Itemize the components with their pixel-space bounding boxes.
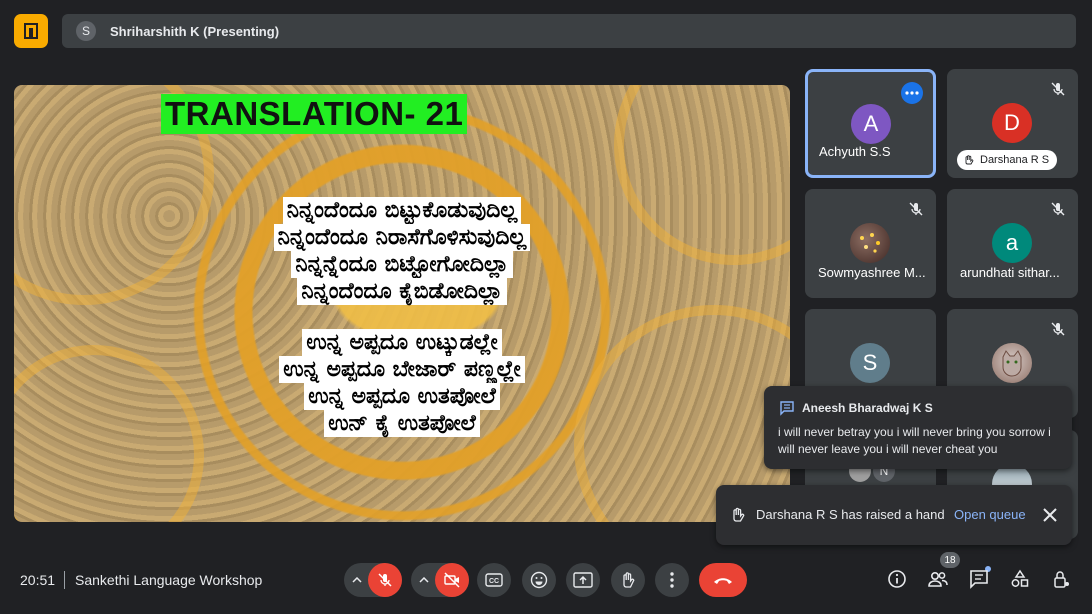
verse-line: ಉನ್ನ ಅಪ್ಪದೂ ಉತಪೋಲೆ [304,383,500,410]
clock: 20:51 [20,572,56,588]
close-icon[interactable] [1040,505,1060,525]
verse-line: ನಿನ್ನಂದೆಂದೂ ನಿರಾಸೆಗೊಳಿಸುವುದಿಲ್ಲ [273,224,531,251]
more-vert-icon [670,572,674,588]
participant-name: arundhati sithar... [960,265,1060,280]
presenter-avatar: S [76,21,96,41]
participant-tile-arundhati[interactable]: a arundhati sithar... [947,189,1078,298]
chevron-up-icon [419,577,429,583]
verse-line: ಉನ್ನ ಅಪ್ಪದೂ ಬೇಜಾರ್ ಪಣ್ಣಲ್ಲೇ [279,356,525,383]
message-text: i will never betray you i will never bri… [778,425,1051,456]
raised-hand-chip: Darshana R S [957,150,1058,170]
activities-button[interactable] [1008,567,1032,591]
chat-button[interactable] [967,567,991,591]
present-screen-button[interactable] [566,563,600,597]
more-horiz-icon [905,91,919,95]
emoji-icon [530,571,548,589]
verse-line: ನಿನ್ನಂದೆಂದೂ ಕೈಬಿಡೋದಿಲ್ಲಾ [297,278,507,305]
avatar [992,343,1032,383]
footer-divider [64,571,65,589]
mic-off-icon [1051,322,1065,336]
verse-line: ಉನ್ನ ಅಪ್ಪದೂ ಉಟ್ಕುಡಲ್ಲೇ [302,329,502,356]
chat-icon [780,401,794,416]
avatar: D [992,103,1032,143]
verse-line: ಉನ್ ಕೈ ಉತಪೋಲೆ [324,410,480,437]
camera-control-group [411,563,469,597]
people-icon [928,571,948,587]
more-options-button[interactable] [655,563,689,597]
sankethi-verse: ಉನ್ನ ಅಪ್ಪದೂ ಉಟ್ಕುಡಲ್ಲೇ ಉನ್ನ ಅಪ್ಪದೂ ಬೇಜಾರ… [14,329,790,437]
mic-off-icon [1051,82,1065,96]
open-queue-link[interactable]: Open queue [954,507,1026,522]
more-options-button[interactable] [901,82,923,104]
participant-tile-darshana[interactable]: D Darshana R S [947,69,1078,178]
raise-hand-button[interactable] [611,563,645,597]
info-icon [888,570,906,588]
microphone-toggle-button[interactable] [368,563,402,597]
raised-hand-text: Darshana R S has raised a hand [756,507,945,522]
participant-tile-sowmyashree[interactable]: Sowmyashree M... [805,189,936,298]
closed-caption-icon: CC [485,573,503,587]
cat-photo-icon [1002,350,1022,377]
videocam-off-icon [444,572,460,588]
call-end-icon [714,578,732,584]
reactions-button[interactable] [522,563,556,597]
mic-off-icon [909,202,923,216]
avatar: A [851,104,891,144]
present-to-all-icon [573,572,593,588]
raised-hand-toast: Darshana R S has raised a hand Open queu… [716,485,1072,545]
svg-text:CC: CC [489,578,499,585]
mic-off-icon [1051,202,1065,216]
avatar: S [850,343,890,383]
leave-call-button[interactable] [699,563,747,597]
participant-name: Achyuth S.S [819,144,891,159]
meeting-title: Sankethi Language Workshop [75,572,263,588]
kannada-verse: ನಿನ್ನಂದೆಂದೂ ಬಿಟ್ಟುಕೊಡುವುದಿಲ್ಲ ನಿನ್ನಂದೆಂದ… [14,197,790,305]
presentation-slide: TRANSLATION- 21 ನಿನ್ನಂದೆಂದೂ ಬಿಟ್ಟುಕೊಡುವು… [14,85,790,522]
captions-button[interactable]: CC [477,563,511,597]
hand-icon [623,572,635,588]
host-controls-button[interactable] [1049,567,1073,591]
mic-off-icon [378,573,392,587]
audio-options-button[interactable] [349,572,365,588]
profile-photo-icon [860,233,880,253]
people-count-badge: 18 [940,552,960,568]
participant-tile-achyuth[interactable]: A Achyuth S.S [805,69,936,178]
avatar: a [992,223,1032,263]
avatar [850,223,890,263]
chevron-up-icon [352,577,362,583]
mic-control-group [344,563,402,597]
chip-label: Darshana R S [980,154,1050,166]
meet-logo[interactable] [14,14,48,48]
chat-icon [970,570,988,589]
presenter-label: Shriharshith K (Presenting) [110,23,280,39]
hand-icon [733,507,745,522]
activities-icon [1011,569,1029,587]
video-options-button[interactable] [416,572,432,588]
lock-person-icon [1054,571,1069,588]
camera-toggle-button[interactable] [435,563,469,597]
participant-name: Sowmyashree M... [818,265,926,280]
presenter-bar: S Shriharshith K (Presenting) [62,14,1076,48]
verse-line: ನಿನ್ನನ್ನೆಂದೂ ಬಿಟ್ಟೋಗೋದಿಲ್ಲಾ [291,251,513,278]
people-button[interactable] [926,567,950,591]
chat-message-toast[interactable]: Aneesh Bharadwaj K S i will never betray… [764,386,1072,469]
hand-icon [965,155,974,165]
meeting-details-button[interactable] [885,567,909,591]
message-sender: Aneesh Bharadwaj K S [802,401,933,415]
meet-window: S Shriharshith K (Presenting) TRANSLATIO… [0,0,1092,614]
door-icon [24,23,38,39]
slide-title: TRANSLATION- 21 [161,94,468,134]
verse-line: ನಿನ್ನಂದೆಂದೂ ಬಿಟ್ಟುಕೊಡುವುದಿಲ್ಲ [282,197,522,224]
